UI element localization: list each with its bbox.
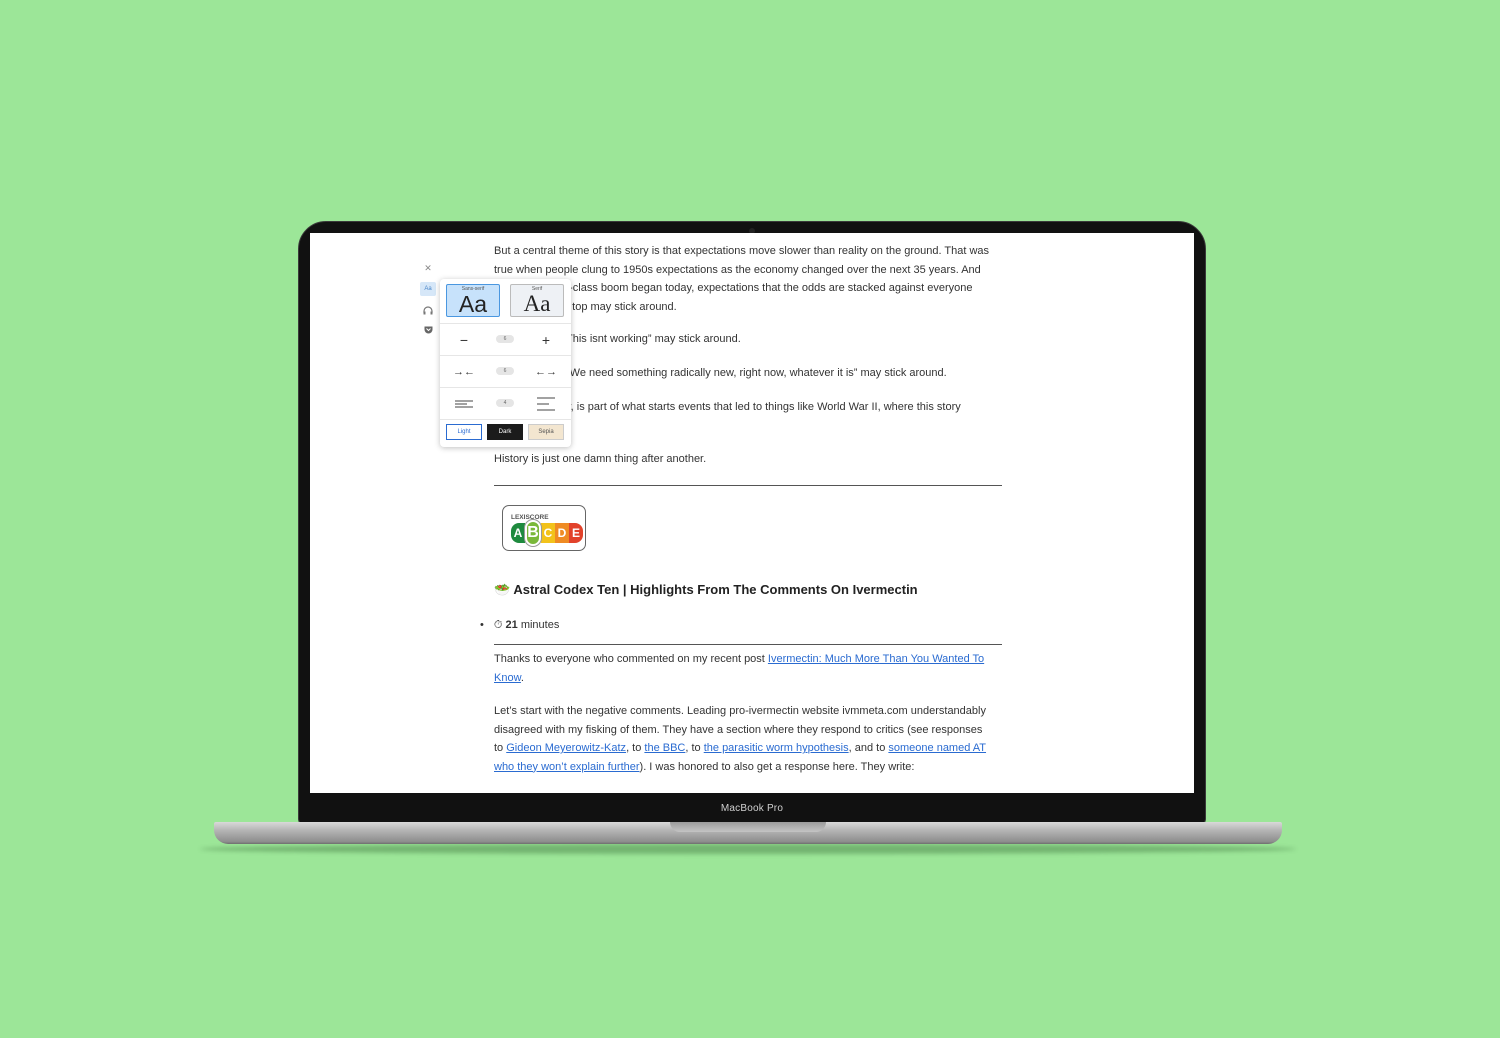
ivermectin-post-link-cont[interactable]: Know (494, 672, 521, 684)
lexiscore-grade-e: E (569, 523, 583, 543)
font-size-row: − 6 + (440, 323, 571, 355)
theme-sepia-button[interactable]: Sepia (528, 424, 564, 440)
increase-font-button[interactable]: + (526, 324, 566, 355)
comment-paragraph-1: Thanks to everyone who commented on my r… (494, 653, 985, 684)
ivermectin-post-link[interactable]: Ivermectin: Much More Than You Wanted To (768, 653, 984, 665)
lexiscore-grade-b: B (525, 520, 541, 546)
lexiscore-grade-a: A (511, 523, 525, 543)
lexiscore-grade-c: C (541, 523, 555, 543)
divider (494, 644, 1002, 645)
font-serif-option[interactable]: Serif Aa (510, 284, 564, 317)
someone-named-at-link-cont[interactable]: who they won’t explain further (494, 761, 640, 773)
lexiscore-grade-d: D (555, 523, 569, 543)
pocket-save-icon[interactable] (422, 324, 434, 336)
laptop-shadow (200, 844, 1296, 854)
line-spacing-value: 4 (496, 399, 514, 407)
stopwatch-icon: ⏱ (493, 619, 503, 631)
gideon-link[interactable]: Gideon Meyerowitz-Katz (506, 742, 626, 754)
headphones-icon[interactable] (422, 304, 434, 316)
text-settings-icon[interactable]: Aa (420, 282, 436, 296)
someone-named-at-link[interactable]: someone named AT (888, 742, 986, 754)
salad-emoji-icon: 🥗 (494, 582, 511, 597)
text-settings-popover: Sans-serif Aa Serif Aa − 6 + →← 6 ←→ 4 L… (440, 279, 571, 447)
line-width-row: →← 6 ←→ (440, 355, 571, 387)
line-width-value: 6 (496, 367, 514, 375)
loose-spacing-icon[interactable] (526, 388, 566, 419)
laptop-notch (670, 822, 826, 832)
worm-hypothesis-link[interactable]: the parasitic worm hypothesis (704, 742, 849, 754)
lexiscore-badge[interactable]: LEXISCORE ABCDE (502, 505, 586, 551)
wide-width-button[interactable]: ←→ (526, 356, 566, 387)
next-article-title[interactable]: 🥗 Astral Codex Ten | Highlights From The… (494, 581, 918, 600)
tight-spacing-icon[interactable] (444, 388, 484, 419)
narrow-width-button[interactable]: →← (444, 356, 484, 387)
bbc-link[interactable]: the BBC (644, 742, 685, 754)
decrease-font-button[interactable]: − (444, 324, 484, 355)
theme-row-divider (440, 419, 571, 420)
read-time-item: • ⏱ 21 minutes (480, 619, 560, 631)
paragraph-5: History is just one damn thing after ano… (494, 453, 707, 465)
divider (494, 485, 1002, 486)
device-label: MacBook Pro (720, 803, 784, 814)
line-spacing-row: 4 (440, 387, 571, 419)
font-size-value: 6 (496, 335, 514, 343)
font-sans-serif-option[interactable]: Sans-serif Aa (446, 284, 500, 317)
theme-light-button[interactable]: Light (446, 424, 482, 440)
theme-dark-button[interactable]: Dark (487, 424, 523, 440)
close-icon[interactable]: ✕ (422, 262, 434, 274)
comment-paragraph-2: Let’s start with the negative comments. … (494, 705, 987, 773)
reader-screen: ✕ Aa But a central theme of this story i… (310, 233, 1194, 793)
lexiscore-grades: ABCDE (511, 520, 583, 546)
